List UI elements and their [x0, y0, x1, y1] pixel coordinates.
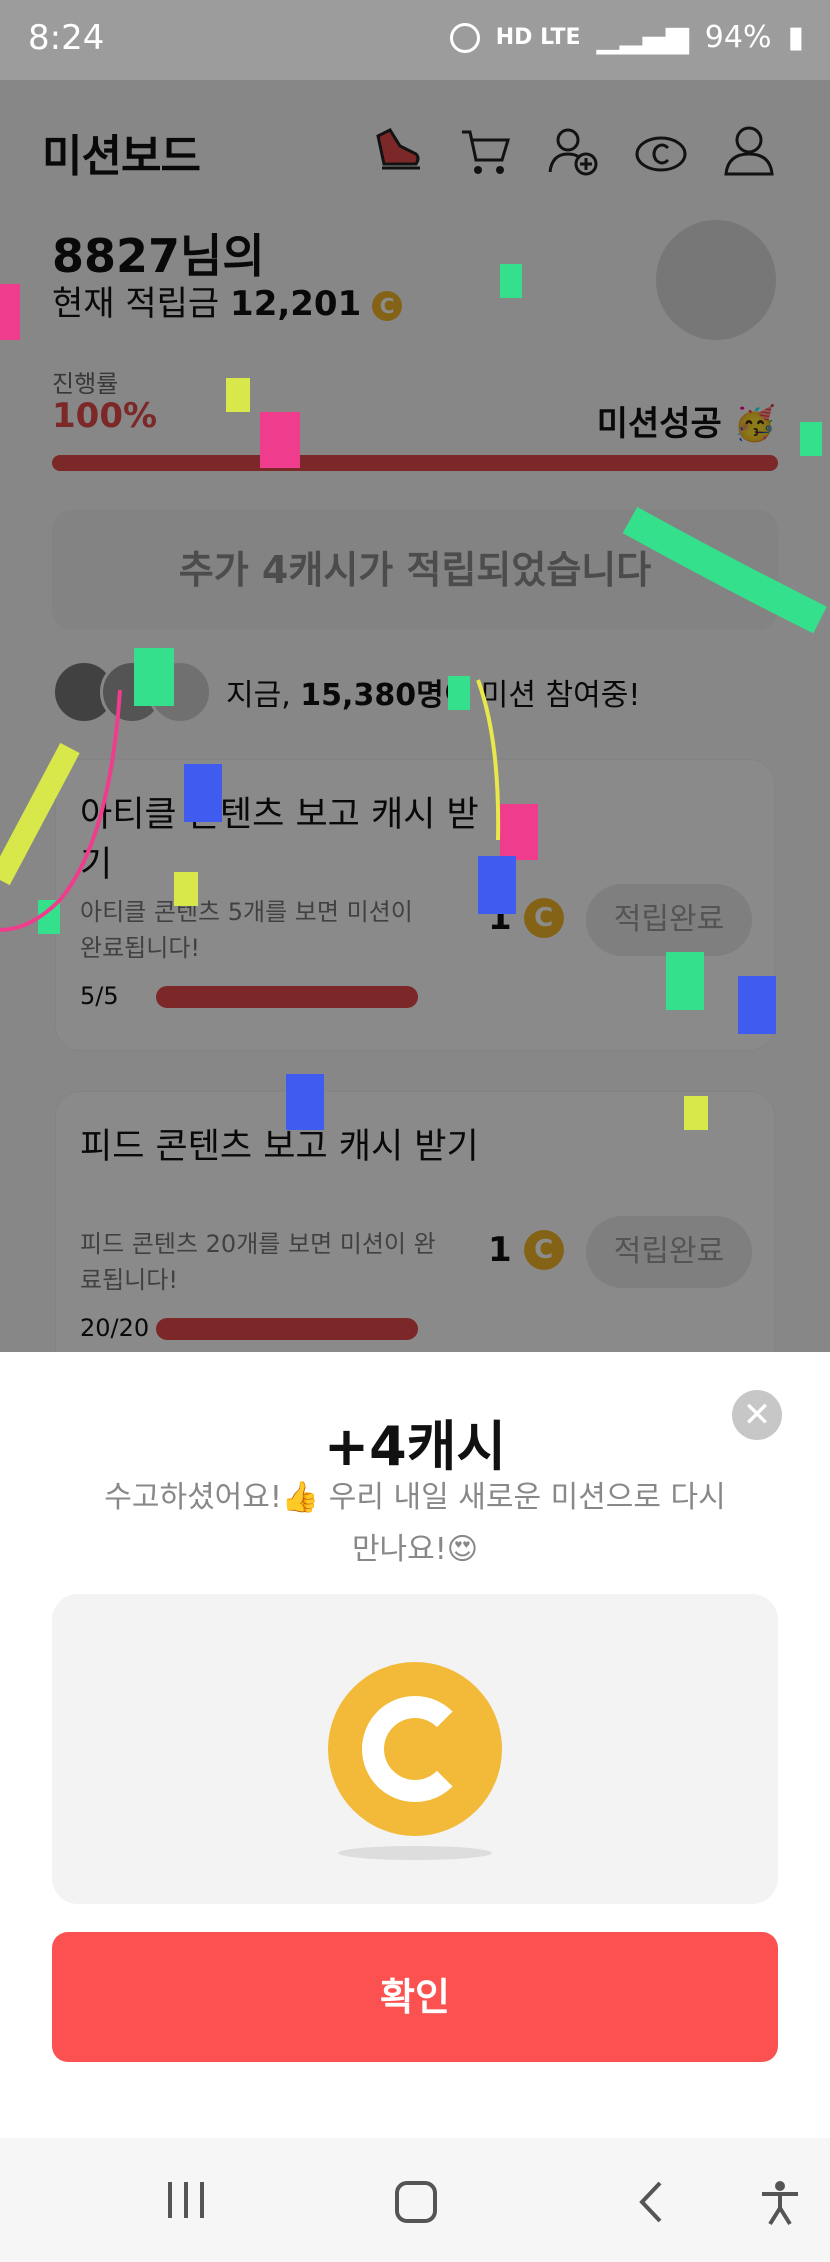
battery-icon: ▮: [787, 20, 804, 55]
close-icon[interactable]: ✕: [732, 1390, 782, 1440]
system-nav-bar: [0, 2138, 830, 2262]
status-icons: HD LTE ▁▂▄▆ 94% ▮: [449, 20, 804, 55]
status-bar: 8:24 HD LTE ▁▂▄▆ 94% ▮: [0, 0, 830, 80]
confetti-piece: [0, 284, 20, 340]
network-label: HD LTE: [495, 25, 581, 50]
confetti-piece: [500, 264, 522, 298]
recent-apps-icon[interactable]: [164, 2180, 208, 2220]
confetti-piece: [684, 1096, 708, 1130]
reward-title: +4캐시: [323, 1415, 507, 1478]
confetti-piece: [226, 378, 250, 412]
reward-message: 수고하셨어요!👍 우리 내일 새로운 미션으로 다시 만나요!😍: [104, 1480, 726, 1567]
reward-bottom-sheet: +4캐시 ✕ 수고하셨어요!👍 우리 내일 새로운 미션으로 다시 만나요!😍 …: [0, 1352, 830, 2138]
confirm-button[interactable]: 확인: [52, 1932, 778, 2062]
status-time: 8:24: [28, 18, 105, 58]
confetti-streamers: [0, 506, 827, 932]
alarm-icon: [449, 22, 480, 53]
back-icon[interactable]: [636, 2180, 666, 2224]
coin-shadow: [338, 1846, 492, 1860]
signal-icon: ▁▂▄▆: [596, 20, 689, 55]
coin-icon: [328, 1662, 502, 1836]
confetti-piece: [260, 412, 300, 468]
battery-level: 94%: [704, 20, 772, 55]
confetti-piece: [286, 1074, 324, 1130]
confetti-piece: [800, 422, 822, 456]
accessibility-icon[interactable]: [760, 2180, 800, 2226]
coin-illustration-box: [52, 1594, 778, 1904]
home-icon[interactable]: [394, 2180, 438, 2224]
